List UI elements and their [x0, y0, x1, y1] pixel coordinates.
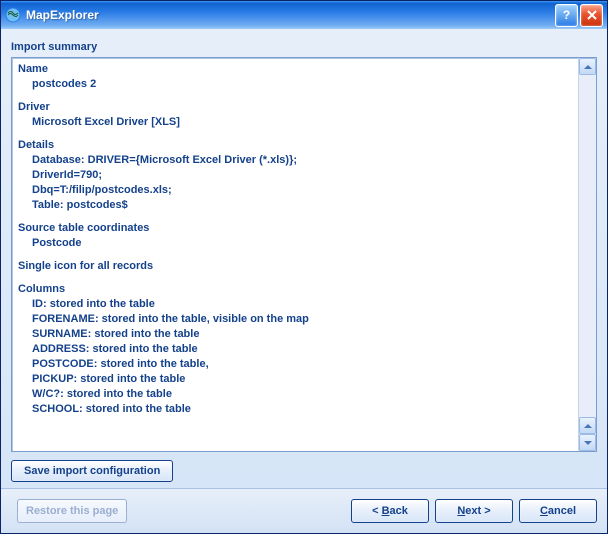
details-line: Table: postcodes$: [32, 198, 572, 213]
close-button[interactable]: [580, 4, 603, 27]
summary-text[interactable]: Name postcodes 2 Driver Microsoft Excel …: [12, 58, 578, 451]
column-line: W/C?: stored into the table: [32, 387, 572, 402]
back-button[interactable]: < Back: [351, 499, 429, 523]
content-area: Import summary Name postcodes 2 Driver M…: [1, 29, 607, 488]
titlebar[interactable]: MapExplorer ?: [1, 1, 607, 29]
chevron-up-icon: [584, 424, 592, 428]
help-button[interactable]: ?: [555, 4, 578, 27]
driver-label: Driver: [18, 100, 572, 115]
chevron-up-icon: [584, 65, 592, 69]
column-line: ID: stored into the table: [32, 297, 572, 312]
window-title: MapExplorer: [26, 8, 553, 22]
details-line: Dbq=T:/filip/postcodes.xls;: [32, 183, 572, 198]
cancel-button[interactable]: Cancel: [519, 499, 597, 523]
config-button-row: Save import configuration: [11, 460, 597, 482]
name-label: Name: [18, 62, 572, 77]
summary-textbox: Name postcodes 2 Driver Microsoft Excel …: [11, 57, 597, 452]
source-coords-label: Source table coordinates: [18, 221, 572, 236]
column-line: PICKUP: stored into the table: [32, 372, 572, 387]
column-line: FORENAME: stored into the table, visible…: [32, 312, 572, 327]
next-button[interactable]: Next >: [435, 499, 513, 523]
driver-value: Microsoft Excel Driver [XLS]: [32, 115, 572, 130]
details-label: Details: [18, 138, 572, 153]
wizard-footer: Restore this page < Back Next > Cancel: [1, 488, 607, 533]
scroll-up-button[interactable]: [579, 58, 596, 75]
restore-page-button: Restore this page: [17, 499, 127, 523]
app-icon: [5, 7, 21, 23]
column-line: SURNAME: stored into the table: [32, 327, 572, 342]
section-heading: Import summary: [11, 41, 597, 53]
save-import-config-button[interactable]: Save import configuration: [11, 460, 173, 482]
single-icon-line: Single icon for all records: [18, 259, 572, 274]
scrollbar-vertical[interactable]: [578, 58, 596, 451]
column-line: ADDRESS: stored into the table: [32, 342, 572, 357]
scroll-up-button-2[interactable]: [579, 417, 596, 434]
wizard-window: MapExplorer ? Import summary Name postco…: [0, 0, 608, 534]
name-value: postcodes 2: [32, 77, 572, 92]
scroll-track[interactable]: [579, 75, 596, 417]
column-line: SCHOOL: stored into the table: [32, 402, 572, 417]
details-line: Database: DRIVER={Microsoft Excel Driver…: [32, 153, 572, 168]
scroll-down-button[interactable]: [579, 434, 596, 451]
column-line: POSTCODE: stored into the table,: [32, 357, 572, 372]
details-line: DriverId=790;: [32, 168, 572, 183]
chevron-down-icon: [584, 441, 592, 445]
source-coords-value: Postcode: [32, 236, 572, 251]
close-icon: [587, 10, 597, 20]
columns-label: Columns: [18, 282, 572, 297]
